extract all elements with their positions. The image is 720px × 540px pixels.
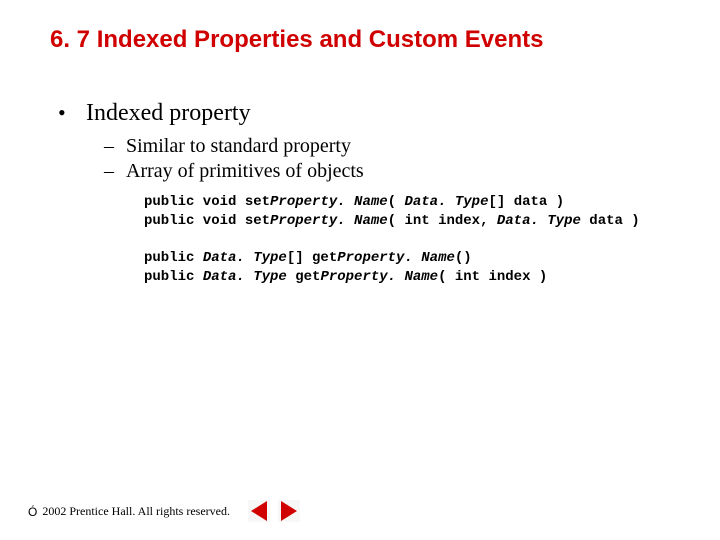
- code-kw: public void set: [144, 194, 270, 210]
- bullet-text: Similar to standard property: [126, 135, 351, 158]
- code-punc: get: [287, 269, 321, 285]
- bullet-text: Array of primitives of objects: [126, 160, 364, 183]
- code-block: public void setProperty. Name( Data. Typ…: [144, 193, 700, 287]
- bullet-level2: – Array of primitives of objects: [104, 160, 700, 183]
- bullet-text: Indexed property: [86, 100, 251, 127]
- bullet-level2: – Similar to standard property: [104, 135, 700, 158]
- code-tail: data ): [581, 213, 640, 229]
- next-button[interactable]: [278, 500, 300, 522]
- code-kw: public void set: [144, 213, 270, 229]
- code-punc: (: [388, 194, 405, 210]
- code-tail: ( int index ): [438, 269, 547, 285]
- code-ital: Property. Name: [270, 213, 388, 229]
- dash-mark: –: [104, 160, 126, 183]
- bullet-mark: •: [58, 100, 86, 124]
- code-ital: Data. Type: [203, 269, 287, 285]
- bullet-list: • Indexed property – Similar to standard…: [58, 100, 700, 287]
- code-ital: Data. Type: [497, 213, 581, 229]
- code-ital: Property. Name: [270, 194, 388, 210]
- copyright-symbol: Ó: [28, 505, 39, 519]
- footer: Ó 2002 Prentice Hall. All rights reserve…: [28, 500, 300, 522]
- code-kw: public: [144, 269, 203, 285]
- arrow-right-icon: [281, 501, 297, 521]
- code-line: public void setProperty. Name( int index…: [144, 212, 700, 231]
- bullet-level1: • Indexed property: [58, 100, 700, 127]
- code-kw: public: [144, 250, 203, 266]
- code-punc: [] get: [287, 250, 337, 266]
- code-line: public Data. Type[] getProperty. Name(): [144, 249, 700, 268]
- code-ital: Data. Type: [404, 194, 488, 210]
- arrow-left-icon: [251, 501, 267, 521]
- nav-arrows: [248, 500, 300, 522]
- code-line: public Data. Type getProperty. Name( int…: [144, 268, 700, 287]
- copyright-text: Ó 2002 Prentice Hall. All rights reserve…: [28, 504, 230, 519]
- code-ital: Property. Name: [337, 250, 455, 266]
- section-heading: 6. 7 Indexed Properties and Custom Event…: [50, 26, 543, 54]
- code-line: public void setProperty. Name( Data. Typ…: [144, 193, 700, 212]
- code-tail: (): [455, 250, 472, 266]
- dash-mark: –: [104, 135, 126, 158]
- code-ital: Data. Type: [203, 250, 287, 266]
- code-punc: ( int index,: [388, 213, 497, 229]
- copyright-label: 2002 Prentice Hall. All rights reserved.: [39, 504, 230, 518]
- code-ital: Property. Name: [320, 269, 438, 285]
- prev-button[interactable]: [248, 500, 270, 522]
- code-tail: [] data ): [488, 194, 564, 210]
